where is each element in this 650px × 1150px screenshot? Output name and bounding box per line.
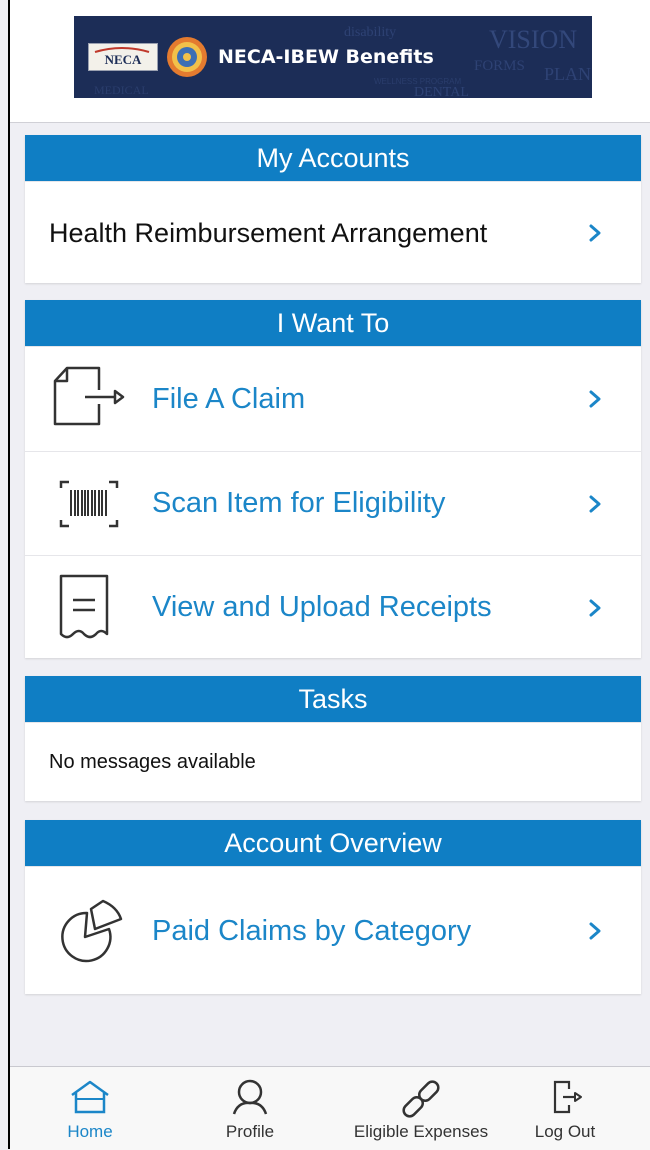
chevron-right-icon	[589, 495, 601, 512]
neca-ibew-banner: disability VISION FORMS PLAN WELLNESS PR…	[74, 16, 592, 98]
tab-log-out[interactable]: Log Out	[525, 1067, 605, 1150]
tab-profile[interactable]: Profile	[210, 1067, 290, 1150]
ibew-seal-icon	[167, 37, 207, 77]
bottom-tab-bar: Home Profile Eligible Expenses Log Out	[10, 1066, 650, 1150]
action-label: Scan Item for Eligibility	[152, 487, 446, 519]
overview-label: Paid Claims by Category	[152, 914, 472, 947]
action-view-receipts[interactable]: View and Upload Receipts	[25, 555, 641, 659]
banner-title: NECA-IBEW Benefits	[218, 46, 434, 68]
i-want-to-header: I Want To	[25, 300, 641, 346]
chevron-right-icon	[589, 224, 601, 242]
chevron-right-icon	[589, 390, 601, 408]
file-export-icon	[53, 366, 125, 426]
tab-eligible-expenses[interactable]: Eligible Expenses	[346, 1067, 496, 1150]
receipt-icon	[59, 574, 109, 638]
banner-bg-word: FORMS	[474, 58, 525, 74]
banner-bg-word: DENTAL	[414, 85, 469, 98]
overview-paid-claims[interactable]: Paid Claims by Category	[25, 866, 641, 995]
neca-logo: NECA	[88, 43, 158, 71]
tab-label: Log Out	[534, 1122, 596, 1141]
link-icon	[402, 1080, 440, 1118]
account-name: Health Reimbursement Arrangement	[49, 218, 488, 248]
tasks-header: Tasks	[25, 676, 641, 722]
action-file-claim[interactable]: File A Claim	[25, 346, 641, 451]
user-icon	[232, 1079, 268, 1115]
pie-chart-icon	[61, 899, 123, 963]
tab-home[interactable]: Home	[50, 1067, 130, 1150]
account-overview-card: Account Overview Paid Claims by Category	[25, 820, 641, 994]
barcode-scan-icon	[59, 480, 119, 527]
account-row-hra[interactable]: Health Reimbursement Arrangement	[25, 181, 641, 284]
tab-label: Eligible Expenses	[353, 1122, 489, 1141]
chevron-right-icon	[589, 922, 601, 940]
action-label: View and Upload Receipts	[152, 591, 492, 623]
tab-label: Home	[67, 1122, 113, 1141]
banner-bg-word: VISION	[489, 25, 577, 54]
i-want-to-card: I Want To File A Claim Scan Item for Eli…	[25, 300, 641, 658]
tasks-empty-message: No messages available	[49, 751, 256, 773]
home-icon	[71, 1080, 109, 1114]
chevron-right-icon	[589, 599, 601, 616]
account-overview-header: Account Overview	[25, 820, 641, 866]
tab-label: Profile	[225, 1122, 275, 1141]
app-header: disability VISION FORMS PLAN WELLNESS PR…	[10, 0, 650, 123]
banner-bg-word: MEDICAL	[94, 83, 149, 97]
my-accounts-card: My Accounts Health Reimbursement Arrange…	[25, 135, 641, 283]
action-scan-item[interactable]: Scan Item for Eligibility	[25, 451, 641, 555]
tasks-card: Tasks No messages available	[25, 676, 641, 801]
logout-icon	[553, 1080, 582, 1114]
left-edge-rule	[8, 0, 10, 1149]
action-label: File A Claim	[152, 382, 306, 415]
banner-bg-word: disability	[344, 25, 396, 40]
tasks-message-row: No messages available	[25, 722, 641, 802]
my-accounts-header: My Accounts	[25, 135, 641, 181]
banner-bg-word: PLAN	[544, 64, 591, 84]
